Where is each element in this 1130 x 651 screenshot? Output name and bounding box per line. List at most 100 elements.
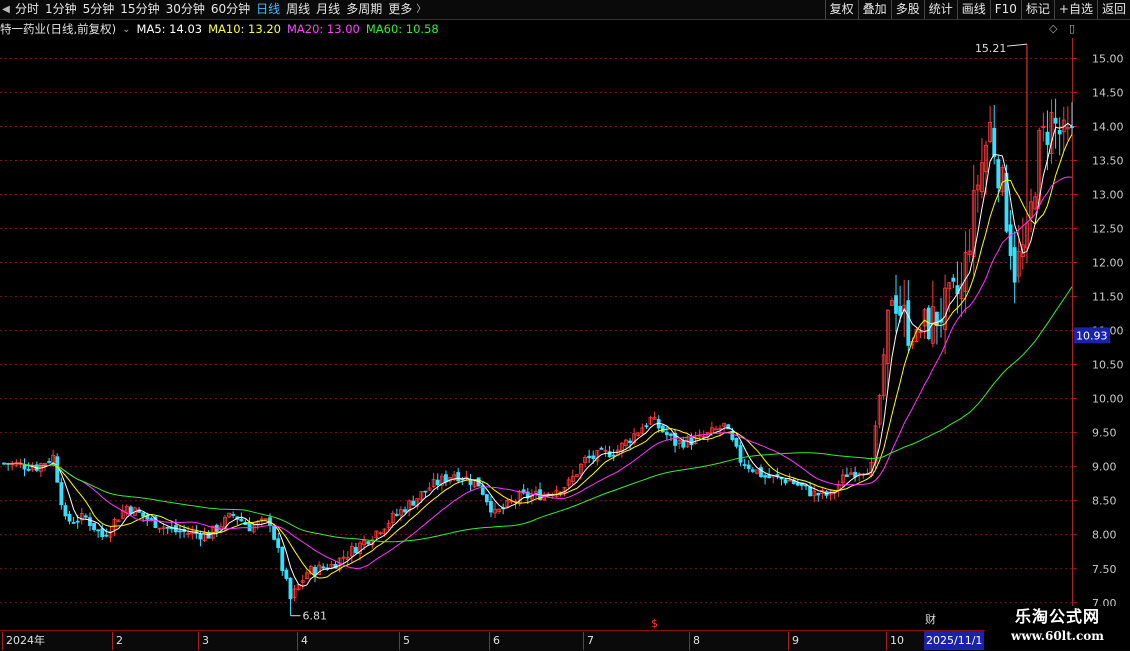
candle-body — [489, 501, 493, 513]
candle-body — [75, 520, 80, 523]
tab-period-4[interactable]: 30分钟 — [163, 0, 208, 19]
tab-period-9[interactable]: 多周期 — [343, 0, 385, 19]
x-tick-label: 2 — [112, 632, 123, 650]
indicator-info-bar: 特一药业(日线,前复权) ⌄ MA5: 14.03 MA10: 13.20 MA… — [0, 20, 445, 38]
candle-body — [280, 546, 285, 572]
watermark-url: www.60lt.com — [1011, 629, 1104, 643]
watermark-logo: 乐淘公式网 www.60lt.com — [985, 606, 1130, 650]
toolbar-button-5[interactable]: F10 — [989, 0, 1021, 19]
candle-body — [284, 569, 289, 579]
tab-period-8[interactable]: 月线 — [313, 0, 343, 19]
chevron-down-icon[interactable]: ⌄ — [122, 24, 130, 35]
candle-body — [411, 500, 416, 506]
candle-body — [276, 538, 281, 549]
chart-corner-icons: ◇ ▯ — [1049, 22, 1075, 35]
y-tick-label: 8.00 — [1092, 529, 1117, 542]
x-tick-label: 10 — [886, 632, 904, 650]
candle-body — [1008, 224, 1013, 256]
toolbar-button-1[interactable]: 叠加 — [857, 0, 891, 19]
candle-body — [247, 523, 252, 532]
tab-period-3[interactable]: 15分钟 — [117, 0, 162, 19]
tab-period-0[interactable]: 分时 — [12, 0, 42, 19]
candle-body — [1057, 130, 1062, 135]
candle-body — [681, 440, 686, 448]
y-tick-label: 15.00 — [1092, 52, 1124, 65]
tab-period-5[interactable]: 60分钟 — [208, 0, 253, 19]
candle-body — [689, 437, 694, 446]
y-tick-label: 10.00 — [1092, 393, 1124, 406]
tab-period-10[interactable]: 更多 — [385, 0, 415, 19]
tab-period-1[interactable]: 1分钟 — [42, 0, 80, 19]
y-tick-label: 13.50 — [1092, 154, 1124, 167]
panel-icon[interactable]: ▯ — [1069, 22, 1075, 35]
candle-body — [128, 506, 133, 515]
x-tick-label: 8 — [689, 632, 700, 650]
y-tick-label: 10.50 — [1092, 359, 1124, 372]
ma5-line — [3, 122, 1073, 587]
candle-body — [742, 464, 747, 466]
ma10-value: MA10: 13.20 — [208, 22, 281, 36]
date-axis-bar: 2024年 2 3 4 5 6 7 8 9 10 2025/11/1 财 $ — [0, 613, 1130, 651]
y-tick-label: 14.50 — [1092, 86, 1124, 99]
candle-body — [894, 295, 898, 314]
x-tick-label: 2024年 — [2, 632, 45, 650]
high-arrow — [1006, 43, 1027, 47]
candle-body — [664, 431, 669, 436]
toolbar-button-0[interactable]: 复权 — [824, 0, 858, 19]
toolbar-button-8[interactable]: 返回 — [1096, 0, 1130, 19]
candle-body — [231, 514, 236, 516]
candle-body — [22, 464, 27, 470]
toolbar-button-2[interactable]: 多股 — [890, 0, 924, 19]
ma20-value: MA20: 13.00 — [286, 22, 360, 36]
cursor-date-label: 2025/11/1 — [924, 631, 985, 650]
tab-period-6[interactable]: 日线 — [253, 0, 283, 19]
candle-body — [321, 566, 326, 569]
candle-body — [92, 522, 96, 530]
candle-body — [26, 468, 31, 471]
low-label: 6.81 — [302, 610, 327, 623]
nav-prev-icon[interactable]: ◀ — [0, 0, 12, 19]
tab-period-7[interactable]: 周线 — [283, 0, 313, 19]
toolbar-button-6[interactable]: 标记 — [1020, 0, 1054, 19]
candle-body — [403, 509, 407, 513]
candle-body — [100, 528, 105, 537]
toolbar-button-7[interactable]: +自选 — [1053, 0, 1097, 19]
candle-body — [55, 456, 60, 483]
candle-body — [669, 433, 673, 436]
candle-body — [394, 514, 399, 516]
candle-body — [104, 534, 109, 537]
watermark-title: 乐淘公式网 — [1014, 607, 1100, 626]
tab-period-2[interactable]: 5分钟 — [80, 0, 118, 19]
candle-body — [149, 518, 154, 520]
x-tick-label: 7 — [583, 632, 594, 650]
candlestick-chart[interactable]: 15.00 14.50 14.00 13.50 13.00 12.50 12.00 11.50… — [0, 38, 1130, 630]
candle-body — [734, 437, 739, 447]
candle-body — [845, 474, 849, 477]
candle-body — [423, 490, 428, 493]
candle-body — [996, 159, 1001, 189]
y-tick-label: 12.00 — [1092, 257, 1124, 270]
toolbar-button-3[interactable]: 统计 — [923, 0, 957, 19]
x-tick-label: 5 — [399, 632, 410, 650]
finance-marker[interactable]: 财 — [925, 611, 936, 627]
candle-body — [239, 518, 244, 522]
candle-body — [435, 479, 440, 486]
toolbar-button-4[interactable]: 画线 — [956, 0, 990, 19]
y-tick-label: 9.50 — [1092, 427, 1117, 440]
more-arrow-icon[interactable]: 〉 — [415, 0, 427, 19]
event-marker[interactable]: $ — [651, 617, 658, 630]
period-tabs: ◀ 分时 1分钟 5分钟 15分钟 30分钟 60分钟 日线 周线 月线 多周期 更多〉 — [0, 0, 427, 19]
candle-body — [67, 513, 72, 522]
candle-body — [599, 447, 604, 450]
ma60-line — [3, 286, 1073, 543]
candle-body — [628, 440, 632, 443]
candle-body — [898, 306, 903, 316]
y-tick-label: 12.50 — [1092, 223, 1124, 236]
candle-body — [456, 472, 461, 482]
toolbar-right-buttons: 复权 叠加 多股 统计 画线 F10 标记 +自选 返回 — [824, 0, 1130, 19]
candle-body — [313, 566, 317, 576]
candle-body — [795, 482, 800, 486]
diamond-icon[interactable]: ◇ — [1049, 22, 1057, 35]
stock-title[interactable]: 特一药业(日线,前复权) — [0, 21, 116, 37]
candle-body — [660, 425, 665, 433]
